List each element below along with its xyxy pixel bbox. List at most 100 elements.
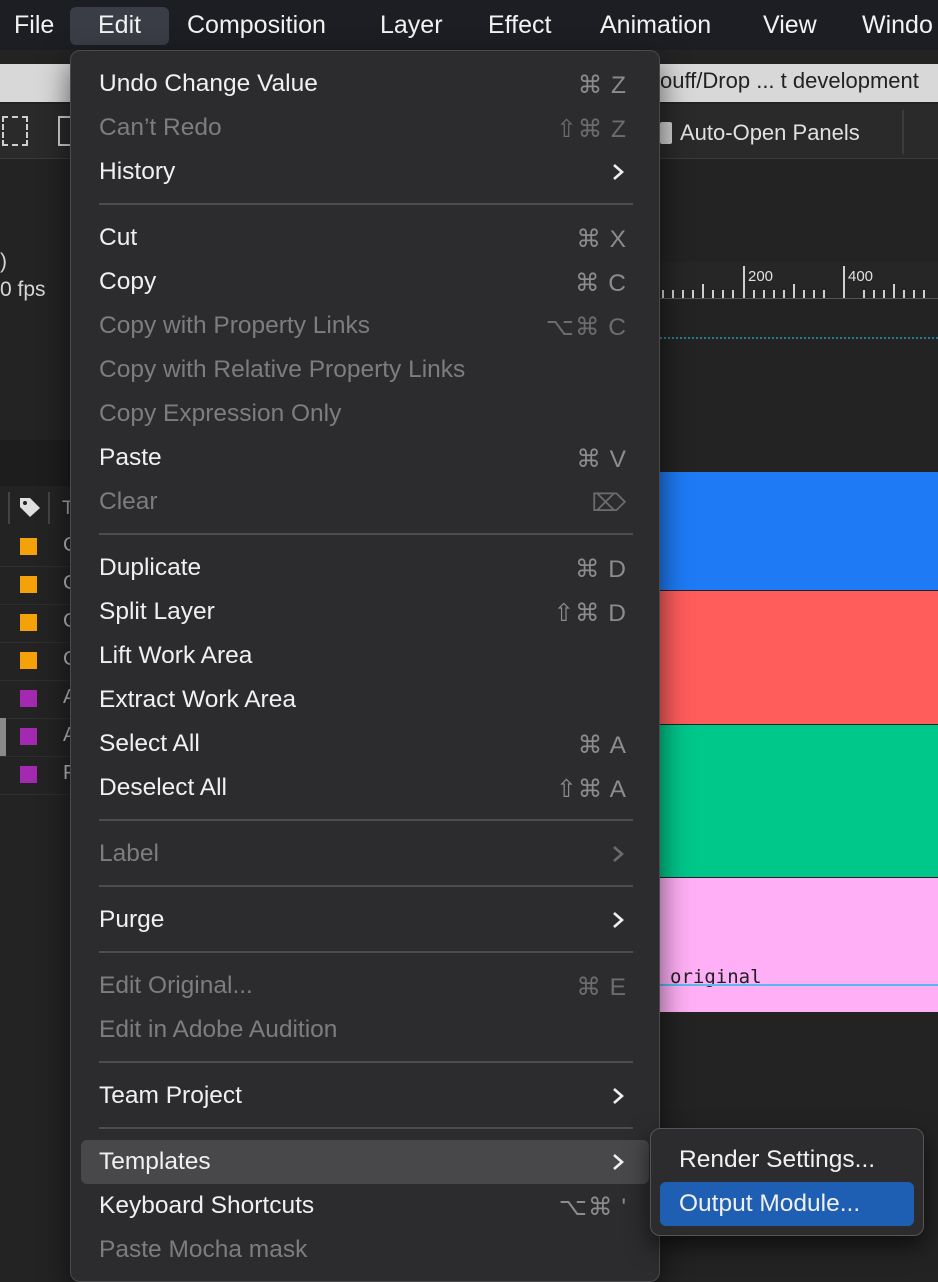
menu-item-extract-work-area[interactable]: Extract Work Area xyxy=(81,678,649,722)
tab-path[interactable]: ouff/Drop ... t development xyxy=(660,68,919,94)
ruler-tick xyxy=(793,284,795,298)
menu-composition[interactable]: Composition xyxy=(187,7,326,45)
shortcut-text: ⌘ C xyxy=(575,270,627,297)
label-color-swatch[interactable] xyxy=(20,538,37,555)
menu-bar: File Edit Composition Layer Effect Anima… xyxy=(0,0,938,50)
layer-row[interactable]: C xyxy=(0,566,77,605)
menu-item-label: Edit in Adobe Audition xyxy=(99,1016,338,1043)
menu-item-copy-with-property-links[interactable]: Copy with Property Links ⌥⌘ C xyxy=(81,304,649,348)
layer-row[interactable]: A xyxy=(0,718,76,757)
timeline-ruler[interactable]: 200 400 xyxy=(660,262,938,299)
menu-item-split-layer[interactable]: Split Layer ⇧⌘ D xyxy=(81,590,649,634)
menu-item-copy-relative-property-links[interactable]: Copy with Relative Property Links xyxy=(81,348,649,392)
menu-item-history[interactable]: History xyxy=(81,150,649,194)
label-color-swatch[interactable] xyxy=(20,576,37,593)
ruler-tick xyxy=(692,290,694,298)
menu-item-templates[interactable]: Templates xyxy=(81,1140,649,1184)
menu-effect[interactable]: Effect xyxy=(488,7,551,45)
menu-item-label: Cut xyxy=(99,224,138,251)
ruler-tick xyxy=(903,290,905,298)
chevron-right-icon xyxy=(613,1154,624,1170)
menu-item-keyboard-shortcuts[interactable]: Keyboard Shortcuts ⌥⌘ ' xyxy=(81,1184,649,1228)
work-area-line xyxy=(660,337,938,339)
menu-item-label: Paste xyxy=(99,444,162,471)
menu-edit[interactable]: Edit xyxy=(70,7,170,45)
menu-separator xyxy=(99,819,633,821)
ruler-tick xyxy=(732,290,734,298)
ruler-tick xyxy=(883,290,885,298)
selection-tool-icon[interactable] xyxy=(2,116,28,146)
label-color-swatch[interactable] xyxy=(20,728,37,745)
label-tag-icon[interactable] xyxy=(18,496,42,518)
label-color-swatch[interactable] xyxy=(20,614,37,631)
menu-item-paste-mocha-mask[interactable]: Paste Mocha mask xyxy=(81,1228,649,1272)
menu-item-lift-work-area[interactable]: Lift Work Area xyxy=(81,634,649,678)
submenu-item-output-module[interactable]: Output Module... xyxy=(660,1182,914,1226)
ruler-tick xyxy=(873,290,875,298)
layer-bar-green[interactable] xyxy=(660,725,938,877)
label-color-swatch[interactable] xyxy=(20,652,37,669)
shortcut-text: ⌘ V xyxy=(576,446,627,473)
layer-bar-blue[interactable] xyxy=(660,472,938,590)
auto-open-label: Auto-Open Panels xyxy=(680,120,860,145)
menu-item-redo[interactable]: Can’t Redo ⇧⌘ Z xyxy=(81,106,649,150)
menu-animation[interactable]: Animation xyxy=(600,7,711,45)
ruler-tick xyxy=(913,290,915,298)
menu-item-copy[interactable]: Copy ⌘ C xyxy=(81,260,649,304)
ruler-tick xyxy=(712,290,714,298)
auto-open-checkbox[interactable] xyxy=(660,122,672,144)
menu-item-deselect-all[interactable]: Deselect All ⇧⌘ A xyxy=(81,766,649,810)
ruler-tick xyxy=(773,290,775,298)
column-divider xyxy=(48,492,50,524)
layer-row[interactable]: C xyxy=(0,604,77,643)
menu-item-copy-expression-only[interactable]: Copy Expression Only xyxy=(81,392,649,436)
layer-bar-red[interactable] xyxy=(660,591,938,724)
menu-file[interactable]: File xyxy=(14,7,54,45)
menu-item-label: Purge xyxy=(99,906,165,933)
menu-item-duplicate[interactable]: Duplicate ⌘ D xyxy=(81,546,649,590)
menu-item-select-all[interactable]: Select All ⌘ A xyxy=(81,722,649,766)
comp-info-line: ) xyxy=(0,250,7,273)
menu-item-label: Keyboard Shortcuts xyxy=(99,1192,315,1219)
menu-separator xyxy=(99,951,633,953)
menu-item-purge[interactable]: Purge xyxy=(81,898,649,942)
layer-row[interactable]: C xyxy=(0,642,77,681)
layer-row[interactable]: F xyxy=(0,756,75,795)
layer-row[interactable]: A xyxy=(0,680,76,719)
ruler-tick xyxy=(722,290,724,298)
ruler-tick xyxy=(843,266,845,298)
menu-item-label-submenu[interactable]: Label xyxy=(81,832,649,876)
ruler-tick xyxy=(893,284,895,298)
menu-item-undo[interactable]: Undo Change Value ⌘ Z xyxy=(81,62,649,106)
chevron-right-icon xyxy=(613,164,624,180)
label-color-swatch[interactable] xyxy=(20,766,37,783)
submenu-item-render-settings[interactable]: Render Settings... xyxy=(660,1138,914,1182)
menu-item-label: Can’t Redo xyxy=(99,114,222,141)
shortcut-text: ⌘ Z xyxy=(577,72,627,99)
menu-layer[interactable]: Layer xyxy=(380,7,443,45)
menu-item-label: History xyxy=(99,158,176,185)
menu-item-clear[interactable]: Clear ⌦ xyxy=(81,480,649,524)
shortcut-text: ⌥⌘ C xyxy=(545,314,627,341)
menu-item-label: Team Project xyxy=(99,1082,242,1109)
menu-item-edit-original[interactable]: Edit Original... ⌘ E xyxy=(81,964,649,1008)
ruler-label: 400 xyxy=(848,268,874,285)
menu-view[interactable]: View xyxy=(763,7,817,45)
layer-row[interactable]: C xyxy=(0,528,77,567)
menu-separator xyxy=(99,533,633,535)
label-color-swatch[interactable] xyxy=(20,690,37,707)
menu-item-edit-in-audition[interactable]: Edit in Adobe Audition xyxy=(81,1008,649,1052)
menu-item-team-project[interactable]: Team Project xyxy=(81,1074,649,1118)
menu-item-cut[interactable]: Cut ⌘ X xyxy=(81,216,649,260)
edit-menu: Undo Change Value ⌘ Z Can’t Redo ⇧⌘ Z Hi… xyxy=(70,50,660,1282)
menu-window[interactable]: Windo xyxy=(862,7,933,45)
shortcut-text: ⌘ A xyxy=(577,732,627,759)
ruler-tick xyxy=(923,290,925,298)
chevron-right-icon xyxy=(613,912,624,928)
menu-item-label: Duplicate xyxy=(99,554,202,581)
templates-submenu: Render Settings... Output Module... xyxy=(650,1128,924,1236)
menu-item-label: Copy Expression Only xyxy=(99,400,342,427)
layer-bar-pink[interactable] xyxy=(660,878,938,1012)
ruler-tick xyxy=(863,290,865,298)
menu-item-paste[interactable]: Paste ⌘ V xyxy=(81,436,649,480)
